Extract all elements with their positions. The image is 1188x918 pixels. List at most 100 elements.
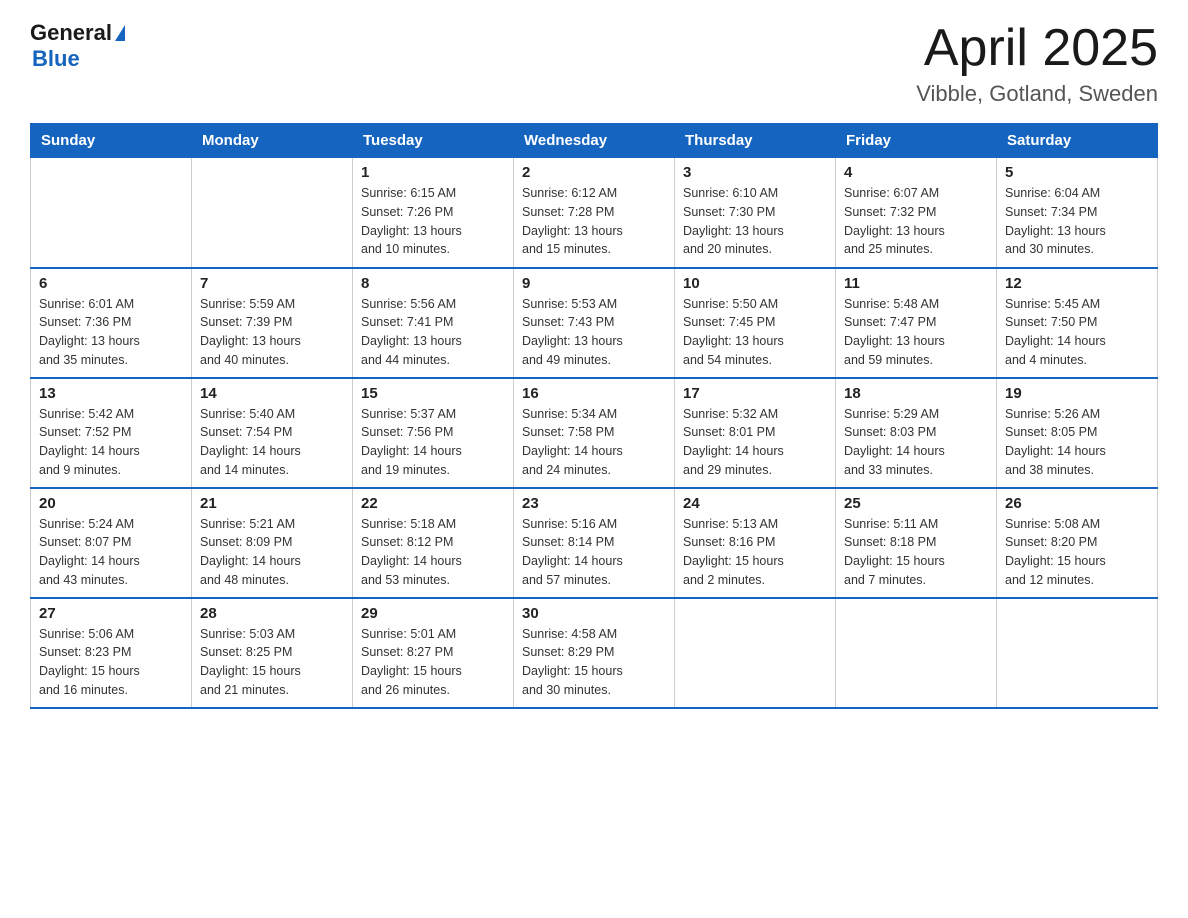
day-number: 24 — [683, 495, 827, 512]
logo: General Blue — [30, 20, 125, 72]
day-number: 21 — [200, 495, 344, 512]
day-info: Sunrise: 5:08 AM Sunset: 8:20 PM Dayligh… — [1005, 515, 1149, 590]
day-info: Sunrise: 5:45 AM Sunset: 7:50 PM Dayligh… — [1005, 295, 1149, 370]
day-info: Sunrise: 5:34 AM Sunset: 7:58 PM Dayligh… — [522, 405, 666, 480]
table-row: 3Sunrise: 6:10 AM Sunset: 7:30 PM Daylig… — [675, 158, 836, 268]
calendar-row-3: 20 Sunrise: 5:24 AM Sunset: 8:07 PM Dayli… — [31, 488, 1158, 598]
table-row: 25 Sunrise: 5:11 AM Sunset: 8:18 PM Dayli… — [836, 488, 997, 598]
table-row: 6 Sunrise: 6:01 AM Sunset: 7:36 PM Daylig… — [31, 268, 192, 378]
table-row: 20 Sunrise: 5:24 AM Sunset: 8:07 PM Dayli… — [31, 488, 192, 598]
day-info: Sunrise: 6:04 AM Sunset: 7:34 PM Dayligh… — [1005, 184, 1149, 259]
day-number: 8 — [361, 275, 505, 292]
table-row: 10 Sunrise: 5:50 AM Sunset: 7:45 PM Dayli… — [675, 268, 836, 378]
day-info: Sunrise: 6:01 AM Sunset: 7:36 PM Dayligh… — [39, 295, 183, 370]
table-row: 14Sunrise: 5:40 AM Sunset: 7:54 PM Dayli… — [192, 378, 353, 488]
day-info: Sunrise: 5:13 AM Sunset: 8:16 PM Dayligh… — [683, 515, 827, 590]
table-row: 18Sunrise: 5:29 AM Sunset: 8:03 PM Dayli… — [836, 378, 997, 488]
day-info: Sunrise: 5:56 AM Sunset: 7:41 PM Dayligh… — [361, 295, 505, 370]
day-number: 12 — [1005, 275, 1149, 292]
day-number: 16 — [522, 385, 666, 402]
table-row: 16 Sunrise: 5:34 AM Sunset: 7:58 PM Dayli… — [514, 378, 675, 488]
day-info: Sunrise: 5:24 AM Sunset: 8:07 PM Dayligh… — [39, 515, 183, 590]
day-info: Sunrise: 5:32 AM Sunset: 8:01 PM Dayligh… — [683, 405, 827, 480]
col-friday: Friday — [836, 124, 997, 158]
col-wednesday: Wednesday — [514, 124, 675, 158]
day-info: Sunrise: 5:53 AM Sunset: 7:43 PM Dayligh… — [522, 295, 666, 370]
col-tuesday: Tuesday — [353, 124, 514, 158]
location-subtitle: Vibble, Gotland, Sweden — [916, 81, 1158, 107]
table-row: 26 Sunrise: 5:08 AM Sunset: 8:20 PM Dayli… — [997, 488, 1158, 598]
table-row: 27 Sunrise: 5:06 AM Sunset: 8:23 PM Dayli… — [31, 598, 192, 708]
table-row: 23 Sunrise: 5:16 AM Sunset: 8:14 PM Dayli… — [514, 488, 675, 598]
day-number: 9 — [522, 275, 666, 292]
logo-blue-text: Blue — [32, 46, 80, 72]
table-row: 12 Sunrise: 5:45 AM Sunset: 7:50 PM Dayli… — [997, 268, 1158, 378]
col-sunday: Sunday — [31, 124, 192, 158]
day-info: Sunrise: 5:06 AM Sunset: 8:23 PM Dayligh… — [39, 625, 183, 700]
day-number: 15 — [361, 385, 505, 402]
day-info: Sunrise: 5:03 AM Sunset: 8:25 PM Dayligh… — [200, 625, 344, 700]
table-row: 8 Sunrise: 5:56 AM Sunset: 7:41 PM Daylig… — [353, 268, 514, 378]
day-info: Sunrise: 5:26 AM Sunset: 8:05 PM Dayligh… — [1005, 405, 1149, 480]
day-info: Sunrise: 6:10 AM Sunset: 7:30 PM Dayligh… — [683, 184, 827, 259]
logo-triangle-icon — [115, 25, 125, 41]
day-info: Sunrise: 5:16 AM Sunset: 8:14 PM Dayligh… — [522, 515, 666, 590]
day-info: Sunrise: 5:50 AM Sunset: 7:45 PM Dayligh… — [683, 295, 827, 370]
day-number: 7 — [200, 275, 344, 292]
table-row — [31, 158, 192, 268]
table-row — [675, 598, 836, 708]
day-number: 13 — [39, 385, 183, 402]
day-number: 29 — [361, 605, 505, 622]
calendar-row-2: 13 Sunrise: 5:42 AM Sunset: 7:52 PM Dayli… — [31, 378, 1158, 488]
table-row: 29Sunrise: 5:01 AM Sunset: 8:27 PM Dayli… — [353, 598, 514, 708]
day-number: 4 — [844, 164, 988, 181]
day-number: 28 — [200, 605, 344, 622]
page-title: April 2025 — [916, 20, 1158, 77]
table-row: 1Sunrise: 6:15 AM Sunset: 7:26 PM Daylig… — [353, 158, 514, 268]
title-block: April 2025 Vibble, Gotland, Sweden — [916, 20, 1158, 107]
table-row — [192, 158, 353, 268]
day-number: 30 — [522, 605, 666, 622]
day-info: Sunrise: 6:07 AM Sunset: 7:32 PM Dayligh… — [844, 184, 988, 259]
day-number: 14 — [200, 385, 344, 402]
day-number: 17 — [683, 385, 827, 402]
calendar-header-row: Sunday Monday Tuesday Wednesday Thursday… — [31, 124, 1158, 158]
table-row: 17 Sunrise: 5:32 AM Sunset: 8:01 PM Dayli… — [675, 378, 836, 488]
table-row: 13 Sunrise: 5:42 AM Sunset: 7:52 PM Dayli… — [31, 378, 192, 488]
table-row: 2Sunrise: 6:12 AM Sunset: 7:28 PM Daylig… — [514, 158, 675, 268]
table-row: 11 Sunrise: 5:48 AM Sunset: 7:47 PM Dayli… — [836, 268, 997, 378]
table-row — [997, 598, 1158, 708]
table-row: 9 Sunrise: 5:53 AM Sunset: 7:43 PM Daylig… — [514, 268, 675, 378]
day-info: Sunrise: 5:18 AM Sunset: 8:12 PM Dayligh… — [361, 515, 505, 590]
col-monday: Monday — [192, 124, 353, 158]
day-number: 6 — [39, 275, 183, 292]
day-info: Sunrise: 5:11 AM Sunset: 8:18 PM Dayligh… — [844, 515, 988, 590]
day-number: 1 — [361, 164, 505, 181]
calendar-row-1: 6 Sunrise: 6:01 AM Sunset: 7:36 PM Daylig… — [31, 268, 1158, 378]
day-info: Sunrise: 5:42 AM Sunset: 7:52 PM Dayligh… — [39, 405, 183, 480]
table-row: 21Sunrise: 5:21 AM Sunset: 8:09 PM Dayli… — [192, 488, 353, 598]
table-row: 5Sunrise: 6:04 AM Sunset: 7:34 PM Daylig… — [997, 158, 1158, 268]
calendar-table: Sunday Monday Tuesday Wednesday Thursday… — [30, 123, 1158, 709]
day-number: 11 — [844, 275, 988, 292]
day-info: Sunrise: 5:29 AM Sunset: 8:03 PM Dayligh… — [844, 405, 988, 480]
day-number: 25 — [844, 495, 988, 512]
table-row: 30 Sunrise: 4:58 AM Sunset: 8:29 PM Dayli… — [514, 598, 675, 708]
day-number: 23 — [522, 495, 666, 512]
day-info: Sunrise: 4:58 AM Sunset: 8:29 PM Dayligh… — [522, 625, 666, 700]
table-row: 19Sunrise: 5:26 AM Sunset: 8:05 PM Dayli… — [997, 378, 1158, 488]
table-row — [836, 598, 997, 708]
col-saturday: Saturday — [997, 124, 1158, 158]
day-number: 26 — [1005, 495, 1149, 512]
page-header: General Blue April 2025 Vibble, Gotland,… — [30, 20, 1158, 107]
day-info: Sunrise: 5:48 AM Sunset: 7:47 PM Dayligh… — [844, 295, 988, 370]
table-row: 24 Sunrise: 5:13 AM Sunset: 8:16 PM Dayli… — [675, 488, 836, 598]
day-number: 20 — [39, 495, 183, 512]
day-info: Sunrise: 5:37 AM Sunset: 7:56 PM Dayligh… — [361, 405, 505, 480]
table-row: 7Sunrise: 5:59 AM Sunset: 7:39 PM Daylig… — [192, 268, 353, 378]
day-number: 10 — [683, 275, 827, 292]
calendar-row-4: 27 Sunrise: 5:06 AM Sunset: 8:23 PM Dayli… — [31, 598, 1158, 708]
day-number: 27 — [39, 605, 183, 622]
table-row: 4 Sunrise: 6:07 AM Sunset: 7:32 PM Daylig… — [836, 158, 997, 268]
day-info: Sunrise: 6:12 AM Sunset: 7:28 PM Dayligh… — [522, 184, 666, 259]
